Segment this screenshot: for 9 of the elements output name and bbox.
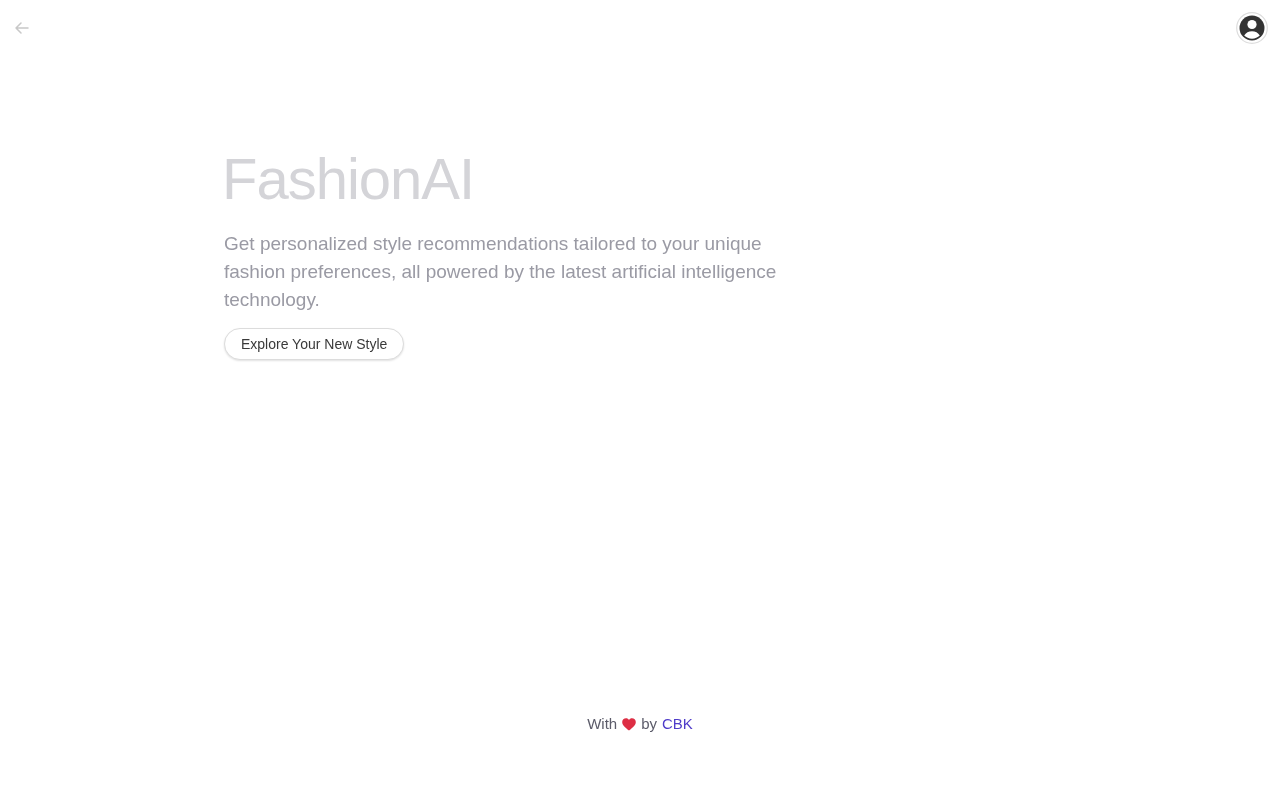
- back-arrow-icon: [14, 20, 30, 36]
- footer-text: by: [641, 714, 657, 734]
- explore-button[interactable]: Explore Your New Style: [224, 328, 405, 360]
- heart-icon: [622, 718, 637, 731]
- user-avatar-icon: [1236, 12, 1268, 44]
- author-link[interactable]: CBK: [662, 714, 693, 734]
- hero-description: Get personalized style recommendations tailored to your unique fashion preferences, all powered by the latest artificial intelligence technology.: [224, 232, 778, 312]
- avatar-button[interactable]: [1236, 12, 1268, 44]
- footer-text: With: [587, 714, 618, 734]
